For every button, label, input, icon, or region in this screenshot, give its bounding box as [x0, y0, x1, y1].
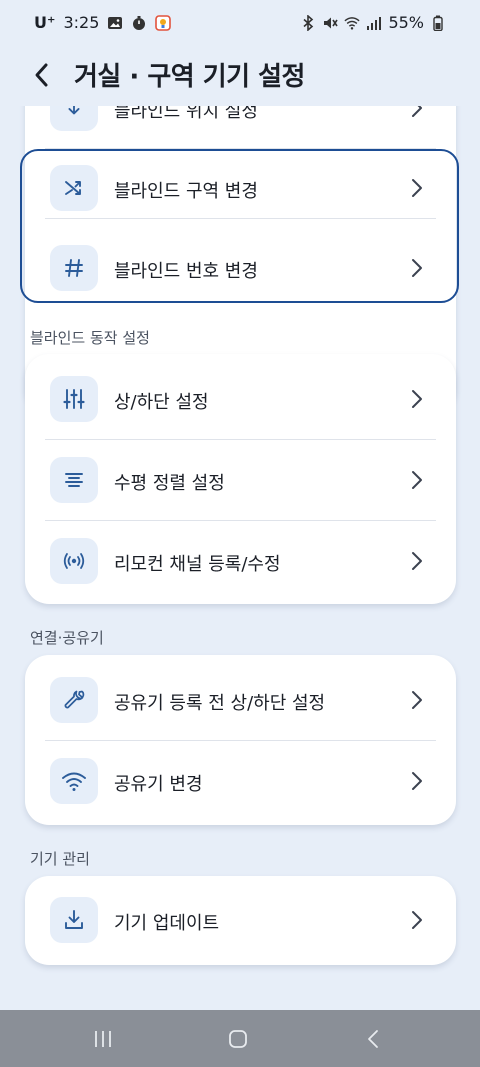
chevron-right-icon — [412, 259, 422, 277]
section-label-device-management: 기기 관리 — [30, 850, 90, 868]
chevron-right-icon — [412, 471, 422, 489]
chevron-right-icon — [412, 179, 422, 197]
battery-icon — [430, 15, 446, 31]
system-back-button[interactable] — [362, 1028, 386, 1050]
row-device-update[interactable]: 기기 업데이트 — [25, 880, 456, 960]
shuffle-icon — [50, 165, 98, 211]
battery-percent: 55% — [388, 13, 424, 32]
sliders-icon — [50, 376, 98, 422]
download-icon — [50, 897, 98, 943]
gallery-notification-icon — [107, 15, 123, 31]
chevron-left-icon — [368, 1030, 378, 1048]
system-navigation-bar — [0, 1010, 480, 1067]
row-remote-channel[interactable]: 리모컨 채널 등록/수정 — [25, 521, 456, 601]
chevron-right-icon — [412, 552, 422, 570]
bluetooth-icon — [300, 14, 316, 31]
recent-apps-button[interactable] — [91, 1028, 115, 1050]
mute-icon — [322, 15, 339, 31]
wifi-status-icon — [344, 15, 360, 31]
align-center-icon — [50, 457, 98, 503]
row-horizontal-align[interactable]: 수평 정렬 설정 — [25, 440, 456, 520]
broadcast-icon — [50, 538, 98, 584]
row-label: 공유기 변경 — [114, 774, 203, 795]
chevron-right-icon — [412, 911, 422, 929]
row-label: 공유기 등록 전 상/하단 설정 — [114, 693, 326, 714]
chevron-left-icon — [35, 63, 48, 87]
wifi-icon — [50, 758, 98, 804]
row-label: 블라인드 위치 설정 — [114, 106, 258, 122]
blind-operation-card: 상/하단 설정 수평 정렬 설정 리모컨 채널 등록/수정 — [25, 354, 456, 604]
app-notification-icon — [155, 14, 172, 31]
status-bar: U⁺ 3:25 55% — [0, 0, 480, 46]
row-top-bottom-setting[interactable]: 상/하단 설정 — [25, 359, 456, 439]
row-label: 상/하단 설정 — [114, 392, 209, 413]
signal-icon — [366, 15, 382, 31]
section-label-connection-router: 연결·공유기 — [30, 629, 104, 647]
clock: 3:25 — [63, 13, 100, 32]
status-bar-left: U⁺ 3:25 — [34, 13, 172, 32]
status-bar-right: 55% — [300, 13, 446, 32]
chevron-right-icon — [412, 390, 422, 408]
connection-router-card: 공유기 등록 전 상/하단 설정 공유기 변경 — [25, 655, 456, 825]
chevron-right-icon — [412, 691, 422, 709]
home-icon — [229, 1030, 247, 1048]
timer-notification-icon — [131, 15, 147, 31]
recent-apps-icon — [95, 1031, 111, 1047]
chevron-right-icon — [412, 772, 422, 790]
row-label: 기기 업데이트 — [114, 913, 220, 934]
device-management-card: 기기 업데이트 — [25, 876, 456, 965]
back-button[interactable] — [30, 60, 58, 90]
row-blind-zone-change[interactable]: 블라인드 구역 변경 — [25, 148, 456, 228]
chevron-right-icon — [412, 106, 422, 117]
page-title: 거실 · 구역 기기 설정 — [74, 62, 305, 92]
row-label: 리모컨 채널 등록/수정 — [114, 554, 281, 575]
row-label: 블라인드 구역 변경 — [114, 181, 258, 202]
hash-icon — [50, 245, 98, 291]
row-label: 블라인드 번호 변경 — [114, 261, 258, 282]
home-button[interactable] — [226, 1028, 250, 1050]
settings-content[interactable]: 블라인드 위치 설정 블라인드 구역 변경 블라인드 번호 변경 블라인드 동작… — [0, 106, 480, 1010]
row-blind-number-change[interactable]: 블라인드 번호 변경 — [25, 228, 456, 308]
section-label-blind-operation: 블라인드 동작 설정 — [30, 329, 150, 347]
wrench-icon — [50, 677, 98, 723]
row-router-change[interactable]: 공유기 변경 — [25, 741, 456, 821]
row-label: 수평 정렬 설정 — [114, 473, 225, 494]
carrier-label: U⁺ — [34, 13, 56, 32]
row-pre-router-setup[interactable]: 공유기 등록 전 상/하단 설정 — [25, 660, 456, 740]
row-divider — [45, 218, 436, 219]
row-blind-position[interactable]: 블라인드 위치 설정 — [25, 106, 456, 148]
app-header: 거실 · 구역 기기 설정 — [0, 46, 480, 106]
blind-position-icon — [50, 106, 98, 131]
